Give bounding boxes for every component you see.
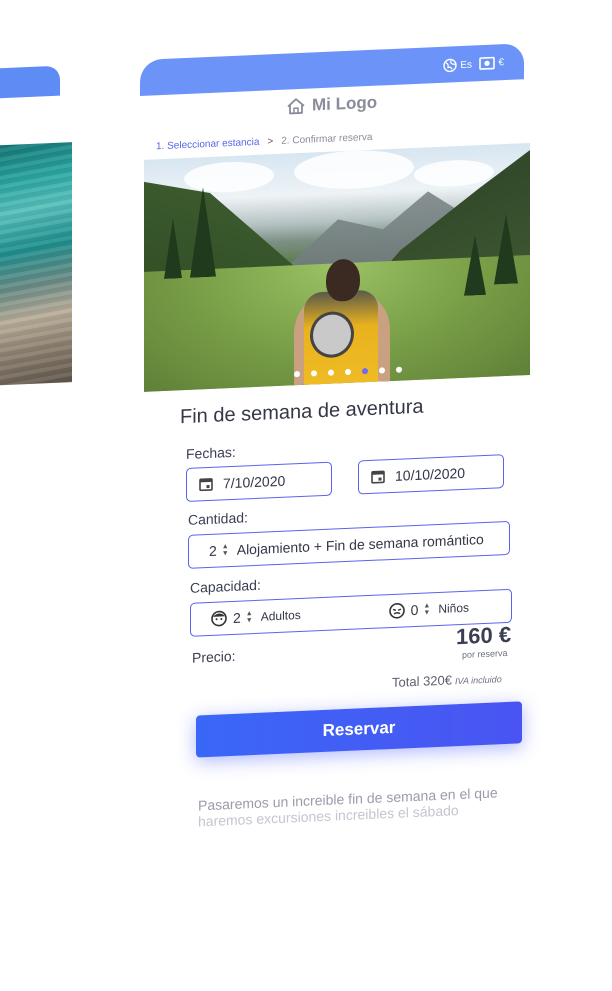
globe-icon	[443, 58, 458, 73]
children-label: Niños	[438, 600, 469, 616]
dates-label: Fechas:	[186, 443, 236, 462]
adults-value: 2	[233, 609, 241, 626]
background-card-photo	[0, 142, 72, 387]
capacity-label: Capacidad:	[190, 576, 261, 596]
currency-selector[interactable]: €	[479, 56, 504, 70]
package-option: Alojamiento + Fin de semana romántico	[236, 530, 484, 558]
background-card	[0, 58, 72, 392]
price-amount: 160 €	[456, 621, 512, 650]
language-selector[interactable]: Es	[443, 58, 472, 73]
quantity-value: 2	[209, 542, 217, 559]
children-stepper[interactable]: ▲ ▼	[423, 602, 430, 616]
brand-logo[interactable]: Mi Logo	[286, 93, 377, 117]
calendar-icon	[371, 470, 385, 484]
adult-face-icon	[211, 610, 227, 627]
breadcrumb-separator: >	[267, 136, 274, 148]
calendar-icon	[199, 478, 213, 492]
language-label: Es	[460, 59, 472, 71]
carousel-dot-active[interactable]	[362, 368, 368, 375]
background-card-topbar	[0, 65, 60, 100]
breadcrumb-step-confirm[interactable]: 2. Confirmar reserva	[281, 132, 372, 147]
start-date-field[interactable]: 7/10/2020	[186, 461, 332, 502]
top-bar: Es €	[140, 43, 524, 96]
carousel-dot[interactable]	[345, 368, 351, 376]
total-price: Total 320€ IVA incluido	[392, 670, 502, 690]
total-amount: Total 320€	[392, 672, 452, 690]
hero-photo	[144, 142, 530, 392]
carousel-dot[interactable]	[311, 370, 317, 377]
currency-label: €	[498, 57, 504, 69]
adults-label: Adultos	[260, 607, 301, 624]
banknote-icon	[479, 56, 496, 70]
listing-description: Pasaremos un increible fin de semana en …	[198, 783, 518, 829]
carousel-dot[interactable]	[379, 367, 385, 374]
breadcrumb-step-select-stay[interactable]: 1. Seleccionar estancia	[156, 137, 259, 153]
price-label: Precio:	[192, 647, 236, 666]
end-date-field[interactable]: 10/10/2020	[358, 454, 504, 495]
price-per-booking: por reserva	[462, 647, 508, 660]
adults-stepper[interactable]: ▲ ▼	[246, 610, 253, 624]
start-date-value: 7/10/2020	[223, 472, 286, 492]
child-face-icon	[388, 602, 405, 619]
booking-card: Es € Mi Logo 1. Seleccionar estancia > 2…	[140, 43, 530, 840]
end-date-value: 10/10/2020	[395, 464, 466, 484]
quantity-stepper[interactable]: ▲ ▼	[222, 543, 229, 557]
carousel-dot[interactable]	[396, 366, 402, 373]
carousel-dot[interactable]	[294, 371, 300, 378]
quantity-label: Cantidad:	[188, 509, 248, 528]
breadcrumb: 1. Seleccionar estancia > 2. Confirmar r…	[156, 132, 372, 152]
home-icon	[287, 98, 305, 115]
vat-note: IVA incluido	[455, 674, 502, 687]
reserve-button[interactable]: Reservar	[196, 701, 522, 758]
logo-text: Mi Logo	[312, 92, 378, 115]
listing-title: Fin de semana de aventura	[180, 395, 424, 429]
carousel-dot[interactable]	[328, 369, 334, 376]
children-value: 0	[410, 601, 419, 619]
quantity-field[interactable]: 2 ▲ ▼ Alojamiento + Fin de semana románti…	[188, 520, 510, 569]
